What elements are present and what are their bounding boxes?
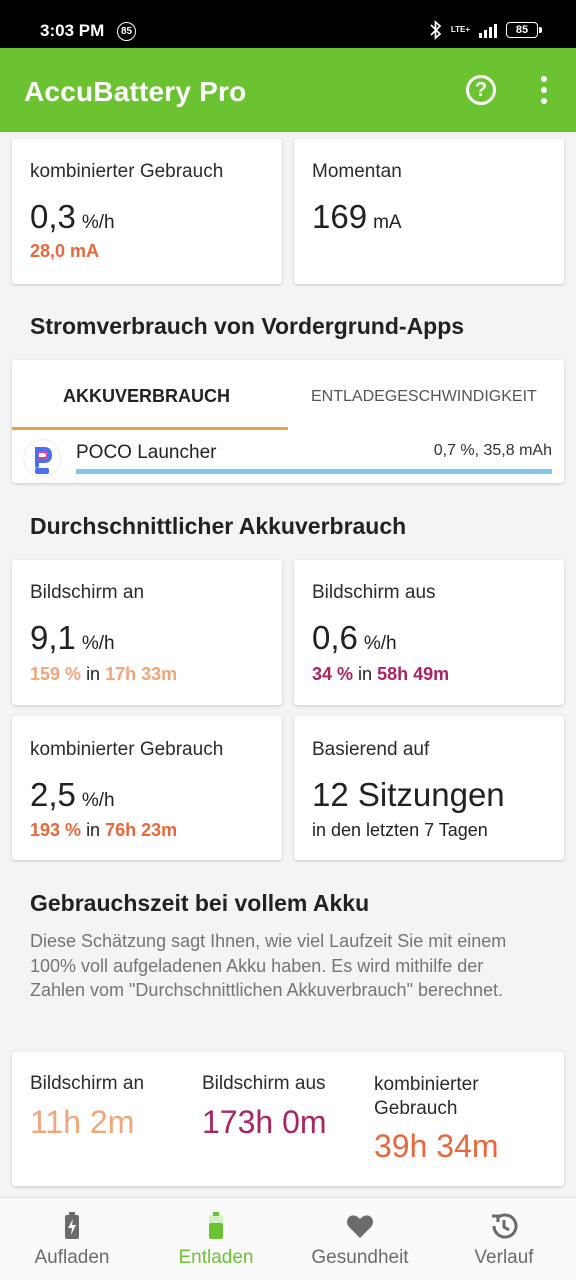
battery-status-icon: 85 <box>506 22 542 38</box>
current-combined-unit: %/h <box>81 212 115 233</box>
momentary-unit: mA <box>373 212 402 233</box>
app-name: POCO Launcher <box>76 442 217 463</box>
status-icons: LTE+ 85 <box>430 20 542 40</box>
avg-screen-off-unit: %/h <box>363 633 397 654</box>
avg-screen-off-sub: 34 % in 58h 49m <box>312 664 449 685</box>
app-stats: 0,7 %, 35,8 mAh <box>433 442 552 459</box>
avg-screen-on-unit: %/h <box>81 633 115 654</box>
current-combined-card: kombinierter Gebrauch 0,3 %/h 28,0 mA <box>12 139 282 284</box>
nav-health-label: Gesundheit <box>311 1247 409 1268</box>
tab-indicator <box>12 427 288 430</box>
full-battery-description: Diese Schätzung sagt Ihnen, wie viel Lau… <box>30 931 507 1000</box>
nav-discharging-label: Entladen <box>178 1247 254 1268</box>
foreground-apps-title: Stromverbrauch von Vordergrund-Apps <box>30 313 465 339</box>
avg-screen-on-percent: 159 % <box>30 664 82 684</box>
nav-charging[interactable]: Aufladen <box>0 1198 144 1280</box>
nav-discharging[interactable]: Entladen <box>144 1198 288 1280</box>
avg-screen-on-sub: 159 % in 17h 33m <box>30 664 177 685</box>
battery-charging-icon <box>65 1212 79 1239</box>
avg-screen-off-time: 58h 49m <box>377 664 450 684</box>
avg-combined-unit: %/h <box>81 790 115 811</box>
status-bar: 3:03 PM 85 LTE+ 85 <box>0 0 576 48</box>
poco-launcher-icon <box>24 440 60 476</box>
momentary-value-row: 169 mA <box>312 198 402 236</box>
avg-screen-on-in: in <box>86 664 101 684</box>
avg-screen-on-card: Bildschirm an 9,1 %/h 159 % in 17h 33m <box>12 560 282 705</box>
tab-battery-usage[interactable]: AKKUVERBRAUCH <box>63 386 230 407</box>
based-on-value: 12 Sitzungen <box>312 776 505 813</box>
avg-combined-value-row: 2,5 %/h <box>30 776 115 814</box>
avg-combined-percent: 193 % <box>30 820 82 840</box>
average-title: Durchschnittlicher Akkuverbrauch <box>30 513 407 539</box>
bottom-navigation: Aufladen Entladen Gesundheit Verlauf <box>0 1197 576 1280</box>
avg-combined-sub: 193 % in 76h 23m <box>30 820 177 841</box>
full-screen-off-value: 173h 0m <box>202 1104 327 1140</box>
avg-screen-off-card: Bildschirm aus 0,6 %/h 34 % in 58h 49m <box>294 560 564 705</box>
avg-combined-label: kombinierter Gebrauch <box>30 739 224 760</box>
more-options-icon[interactable] <box>534 76 554 104</box>
help-icon[interactable]: ? <box>466 75 496 105</box>
full-combined-label: kombinierter Gebrauch <box>374 1074 479 1119</box>
current-momentary-card: Momentan 169 mA <box>294 139 564 284</box>
avg-screen-on-label: Bildschirm an <box>30 582 145 603</box>
avg-combined-in: in <box>86 820 101 840</box>
current-combined-value: 0,3 <box>30 198 76 235</box>
status-time: 3:03 PM <box>40 21 105 40</box>
avg-screen-off-value-row: 0,6 %/h <box>312 619 397 657</box>
notification-badge-icon: 85 <box>117 22 136 41</box>
based-on-label: Basierend auf <box>312 739 430 760</box>
avg-screen-off-percent: 34 % <box>312 664 354 684</box>
avg-combined-time: 76h 23m <box>105 820 178 840</box>
current-combined-value-row: 0,3 %/h <box>30 198 115 236</box>
avg-screen-off-in: in <box>358 664 373 684</box>
current-combined-sub: 28,0 mA <box>30 241 100 261</box>
full-combined-value: 39h 34m <box>374 1128 499 1164</box>
nav-history[interactable]: Verlauf <box>432 1198 576 1280</box>
history-icon <box>492 1213 518 1239</box>
avg-combined-card: kombinierter Gebrauch 2,5 %/h 193 % in 76… <box>12 716 282 860</box>
avg-combined-value: 2,5 <box>30 776 76 813</box>
app-usage-bar <box>76 469 552 474</box>
full-screen-off-label: Bildschirm aus <box>202 1073 326 1094</box>
full-battery-title: Gebrauchszeit bei vollem Akku <box>30 890 370 916</box>
momentary-label: Momentan <box>312 161 402 182</box>
app-bar: AccuBattery Pro ? <box>0 48 576 132</box>
avg-screen-on-time: 17h 33m <box>105 664 178 684</box>
nav-charging-label: Aufladen <box>34 1247 110 1268</box>
based-on-sub: in den letzten 7 Tagen <box>312 820 488 840</box>
current-combined-label: kombinierter Gebrauch <box>30 161 224 182</box>
full-screen-on-label: Bildschirm an <box>30 1073 145 1094</box>
avg-screen-off-label: Bildschirm aus <box>312 582 436 603</box>
avg-screen-on-value: 9,1 <box>30 619 76 656</box>
battery-icon <box>209 1212 223 1239</box>
signal-icon <box>479 22 497 38</box>
heart-icon <box>347 1215 373 1238</box>
foreground-apps-card: AKKUVERBRAUCH ENTLADEGESCHWINDIGKEIT POC… <box>12 360 564 483</box>
bluetooth-icon <box>430 20 442 40</box>
network-type: LTE+ <box>450 25 470 34</box>
full-battery-card: Bildschirm an 11h 2m Bildschirm aus 173h… <box>12 1052 564 1186</box>
app-title: AccuBattery Pro <box>24 76 247 107</box>
momentary-value: 169 <box>312 198 368 235</box>
full-screen-on-value: 11h 2m <box>30 1104 135 1140</box>
tab-discharge-speed[interactable]: ENTLADEGESCHWINDIGKEIT <box>311 388 537 406</box>
avg-screen-on-value-row: 9,1 %/h <box>30 619 115 657</box>
based-on-card: Basierend auf 12 Sitzungen in den letzte… <box>294 716 564 860</box>
avg-screen-off-value: 0,6 <box>312 619 358 656</box>
nav-history-label: Verlauf <box>474 1247 534 1268</box>
nav-health[interactable]: Gesundheit <box>288 1198 432 1280</box>
